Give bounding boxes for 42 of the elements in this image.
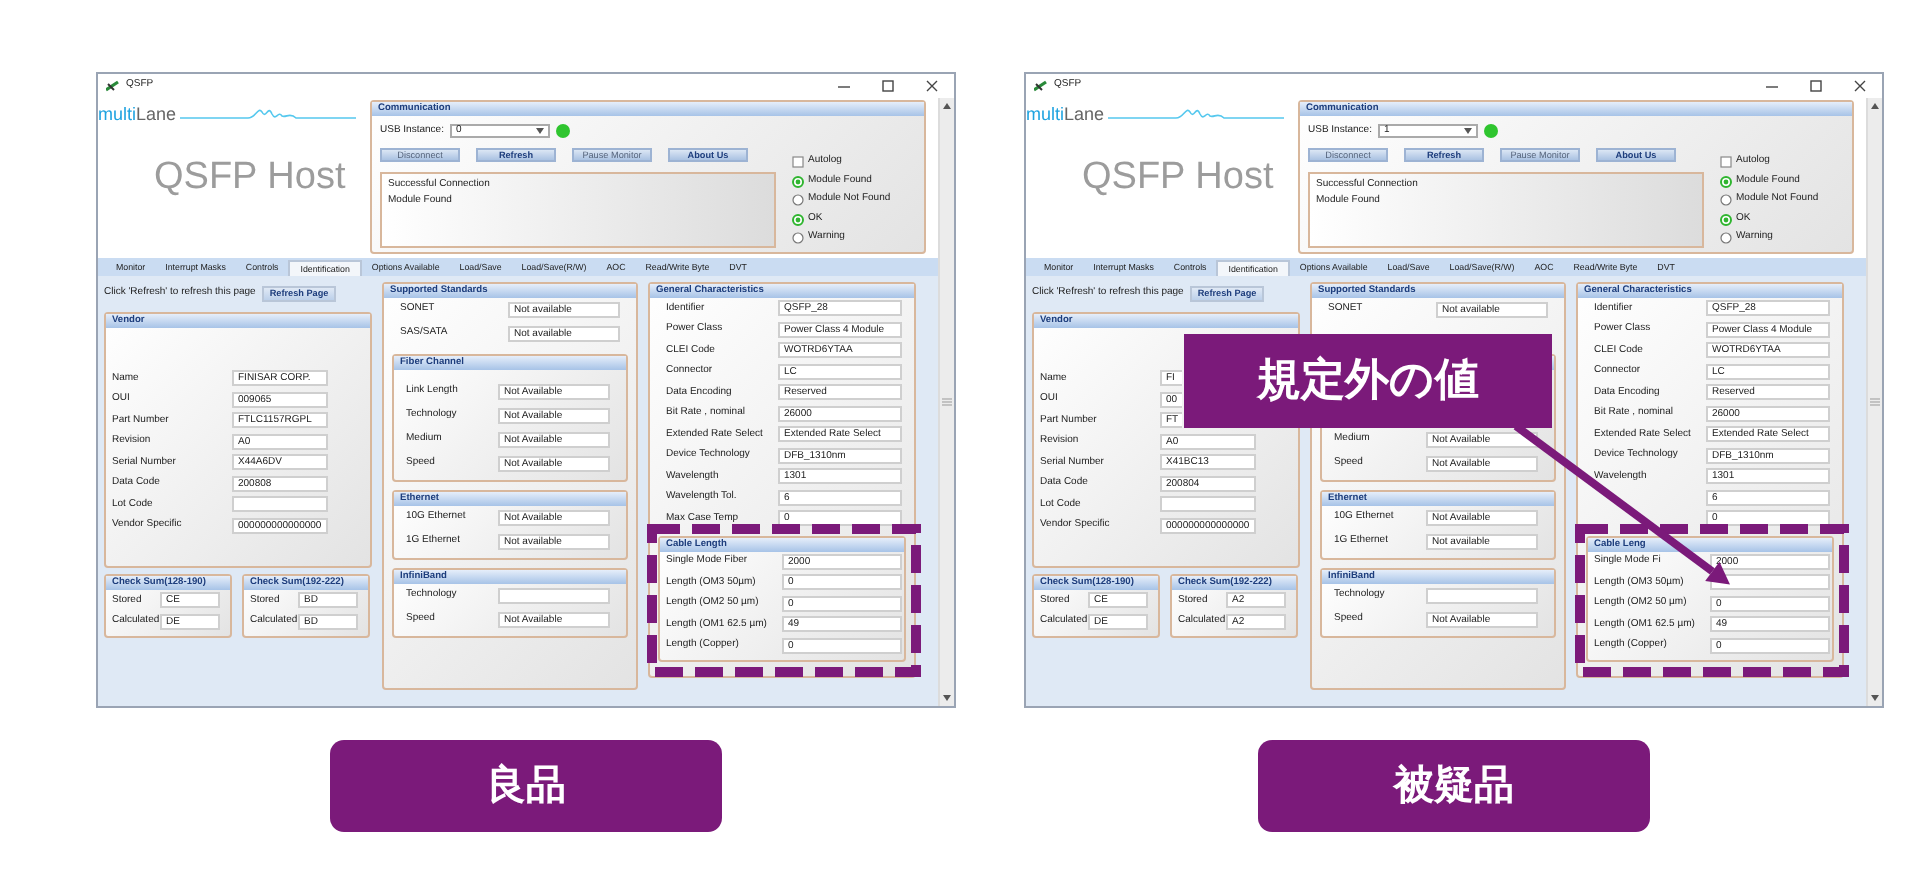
value-field[interactable]: [1160, 496, 1256, 513]
scrollbar[interactable]: [1866, 98, 1882, 706]
scroll-up-icon: [1870, 102, 1880, 110]
close-icon: [1854, 80, 1866, 92]
close-icon: [926, 80, 938, 92]
value-field[interactable]: [1710, 574, 1830, 591]
caret-icon: [535, 128, 544, 134]
checkbox[interactable]: [1720, 155, 1732, 167]
maximize-icon: [882, 80, 894, 92]
logo-text: Lane: [1064, 106, 1105, 126]
caption-label: 被疑品: [1258, 740, 1650, 832]
radio-button[interactable]: [792, 231, 804, 243]
scroll-down-icon: [942, 694, 952, 702]
caret-icon: [1463, 128, 1472, 134]
minimize-icon: [1766, 80, 1778, 92]
logo-text: multi: [98, 106, 137, 126]
checkbox[interactable]: [792, 155, 804, 167]
radio-button[interactable]: [1720, 176, 1732, 188]
radio-button[interactable]: [1720, 231, 1732, 243]
radio-button[interactable]: [792, 176, 804, 188]
logo-text: multi: [1026, 106, 1065, 126]
radio-button[interactable]: [792, 214, 804, 226]
scroll-up-icon: [942, 102, 952, 110]
app-icon: [1034, 80, 1048, 92]
caption-label: 良品: [330, 740, 722, 832]
scroll-grip-icon: [942, 398, 952, 406]
app-title: QSFP Host: [154, 158, 348, 200]
value-field[interactable]: [498, 588, 610, 604]
app-title: QSFP Host: [1082, 158, 1276, 200]
minimize-icon: [838, 80, 850, 92]
radio-button[interactable]: [1720, 193, 1732, 205]
radio-button[interactable]: [1720, 214, 1732, 226]
scroll-down-icon: [1870, 694, 1880, 702]
value-field[interactable]: [1426, 588, 1538, 604]
scroll-grip-icon: [1870, 398, 1880, 406]
maximize-icon: [1810, 80, 1822, 92]
app-icon: [106, 80, 120, 92]
callout-label: 規定外の値: [1184, 334, 1552, 428]
value-field[interactable]: [232, 496, 328, 513]
logo-text: Lane: [136, 106, 177, 126]
radio-button[interactable]: [792, 193, 804, 205]
scrollbar[interactable]: [938, 98, 954, 706]
